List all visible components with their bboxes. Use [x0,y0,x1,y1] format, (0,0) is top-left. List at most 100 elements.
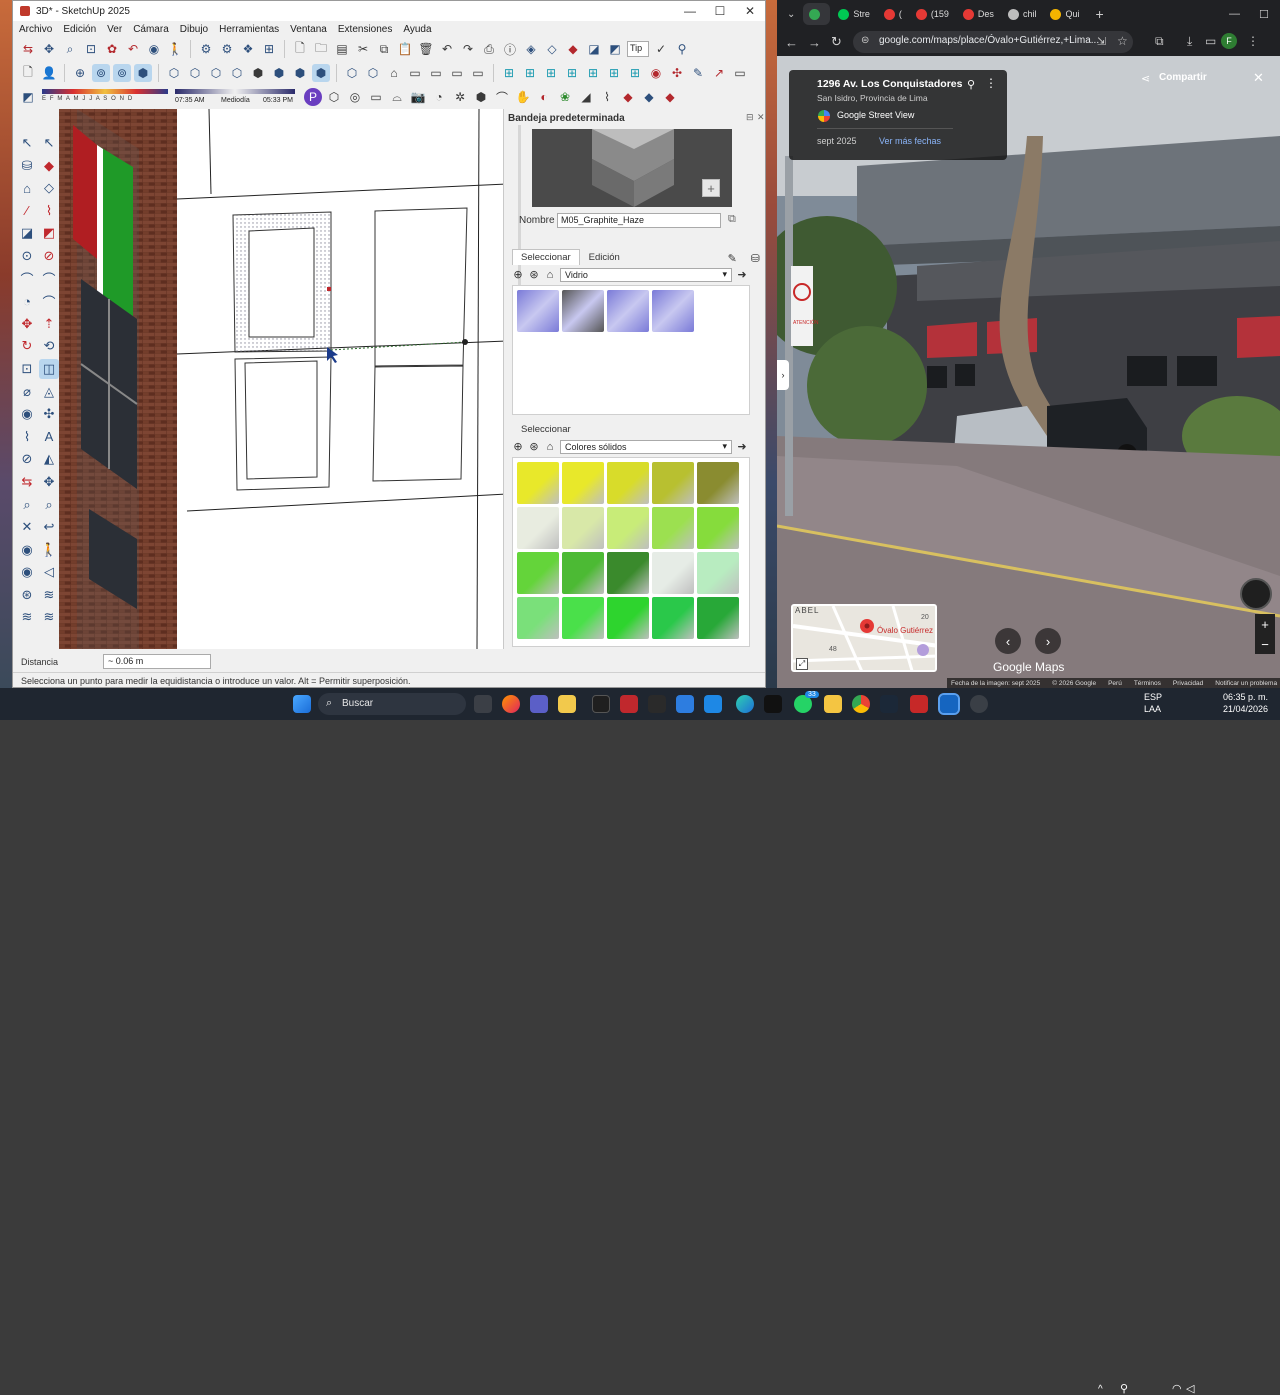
geo-location-icon[interactable]: ⚲ [673,40,691,58]
glass-swatch[interactable] [562,290,604,332]
solid-color-swatch[interactable] [517,597,559,639]
app-3-icon[interactable] [676,695,694,713]
layout-3-icon[interactable]: ⊞ [542,64,560,82]
polygon-icon[interactable]: ⊘ [39,246,59,266]
new-page-icon[interactable]: 🗋 [19,64,37,82]
tab-search-icon[interactable]: ⌄ [783,9,799,20]
previous-tool-icon[interactable]: ↩ [39,517,59,537]
arc-2-icon[interactable]: ⌒ [39,269,59,289]
expand-map-icon[interactable]: ⤢ [796,658,808,670]
glass-swatch[interactable] [517,290,559,332]
gauge-icon[interactable]: ◔ [430,88,448,106]
tray-pin-icon[interactable]: ⊟ [746,112,754,123]
solid-color-swatch[interactable] [562,597,604,639]
orbit-icon[interactable]: ✿ [103,40,121,58]
move-tool-icon[interactable]: ✥ [17,314,37,334]
left-view-icon[interactable]: ⬢ [270,64,288,82]
input-language[interactable]: ESP [1144,692,1162,702]
details-arrow-icon[interactable]: ➜ [736,440,748,453]
shadow-toggle-icon[interactable]: ◩ [19,88,37,106]
eraser-2-icon[interactable]: ◇ [39,178,59,198]
stamp-icon[interactable]: ◆ [564,40,582,58]
zoom-tool-icon[interactable]: ⌕ [17,495,37,515]
union-icon[interactable]: ▭ [448,64,466,82]
rectangle-tool-icon[interactable]: ◪ [17,223,37,243]
browser-tab[interactable] [803,3,831,25]
details-arrow-icon[interactable]: ➜ [736,268,748,281]
browser-tab[interactable]: chil [1002,3,1043,25]
shadow-time-slider[interactable]: 07:35 AM Mediodía 05:33 PM [173,87,301,107]
walk-icon[interactable]: 🚶 [166,40,184,58]
dynamic-comp-icon[interactable]: ⚙ [197,40,215,58]
pencil-icon[interactable]: ✎ [689,64,707,82]
erase-icon[interactable]: 🗑 [417,40,435,58]
library-select-top[interactable]: Vidrio ▾ [560,267,732,282]
pin-icon[interactable]: ◉ [647,64,665,82]
layout-7-icon[interactable]: ⊞ [626,64,644,82]
gem-red-2-icon[interactable]: ◆ [661,88,679,106]
solid-color-swatch[interactable] [697,597,739,639]
arc-3-icon[interactable]: ⌒ [39,291,59,311]
install-app-icon[interactable]: ⇲ [1097,35,1106,48]
close-button[interactable]: ✕ [733,1,765,21]
solid-color-swatch[interactable] [562,552,604,594]
checkmark-icon[interactable]: ✓ [652,40,670,58]
right-view-icon[interactable]: ⬡ [228,64,246,82]
home-icon[interactable]: ⌂ [544,269,556,281]
copy-icon[interactable]: ⧉ [375,40,393,58]
hand-icon[interactable]: ✋ [514,88,532,106]
paste-icon[interactable]: 📋 [396,40,414,58]
home-icon[interactable]: ⌂ [544,441,556,453]
share-button[interactable]: Compartir [1159,72,1207,83]
drape-icon[interactable]: ◪ [585,40,603,58]
circle-dot-icon[interactable]: ◎ [346,88,364,106]
solid-color-swatch[interactable] [652,597,694,639]
clock-date[interactable]: 21/04/2026 [1210,704,1268,714]
back-arrow-icon[interactable]: ← [785,35,798,50]
new-file-icon[interactable]: 🗋 [291,40,309,58]
section-tool-icon[interactable]: ⊘ [17,449,37,469]
terms-link[interactable]: Términos [1134,680,1161,687]
location-pin-icon[interactable]: ⚲ [967,78,977,91]
maximize-button[interactable]: ☐ [1259,8,1269,21]
sweep-icon[interactable]: ⌇ [598,88,616,106]
volume-icon[interactable]: ◁ [1186,1382,1194,1395]
measurements-box[interactable]: ~ 0.06 m [103,654,211,669]
smoove-icon[interactable]: ◇ [543,40,561,58]
stamp-tool-icon[interactable]: ≋ [17,607,37,627]
tips-search-input[interactable]: Tip [627,41,649,57]
layout-2-icon[interactable]: ⊞ [521,64,539,82]
drawing-viewport[interactable] [59,109,507,649]
menu-camara[interactable]: Cámara [133,24,169,35]
solid-color-swatch[interactable] [697,507,739,549]
undo-icon[interactable]: ↶ [438,40,456,58]
browser-tab[interactable]: Stre [832,3,876,25]
create-material-button[interactable]: + [702,179,720,197]
settings-icon[interactable] [970,695,988,713]
add-detail-icon[interactable]: ◩ [606,40,624,58]
share-icon[interactable]: ⋖ [1141,72,1150,85]
chrome-icon[interactable] [852,695,870,713]
forward-icon[interactable]: ⊛ [528,268,540,281]
select-arrow-icon[interactable]: ⇆ [19,40,37,58]
pan-icon[interactable]: ✥ [40,40,58,58]
reload-icon[interactable]: ↻ [831,34,842,50]
taskbar-search[interactable]: Buscar [318,693,466,715]
glass-swatch[interactable] [607,290,649,332]
line-tool-icon[interactable]: ∕ [17,201,37,221]
tray-close-icon[interactable]: ✕ [757,112,765,123]
file-explorer-icon[interactable] [824,695,842,713]
start-windows-icon[interactable] [293,695,311,713]
iso-view-icon[interactable]: ⬡ [165,64,183,82]
menu-kebab-icon[interactable]: ⋮ [1247,34,1259,48]
box-icon[interactable]: ⬢ [472,88,490,106]
expand-panel-button[interactable]: › [777,360,789,390]
menu-herramientas[interactable]: Herramientas [219,24,279,35]
minimize-button[interactable]: — [673,1,707,21]
zoom-extents-icon[interactable]: ✕ [17,517,37,537]
dimension-icon[interactable]: ↗ [710,64,728,82]
zoom-in-button[interactable]: + [1255,614,1275,634]
menu-ver[interactable]: Ver [107,24,122,35]
sketchup-taskbar-icon[interactable] [938,693,960,715]
layout-5-icon[interactable]: ⊞ [584,64,602,82]
